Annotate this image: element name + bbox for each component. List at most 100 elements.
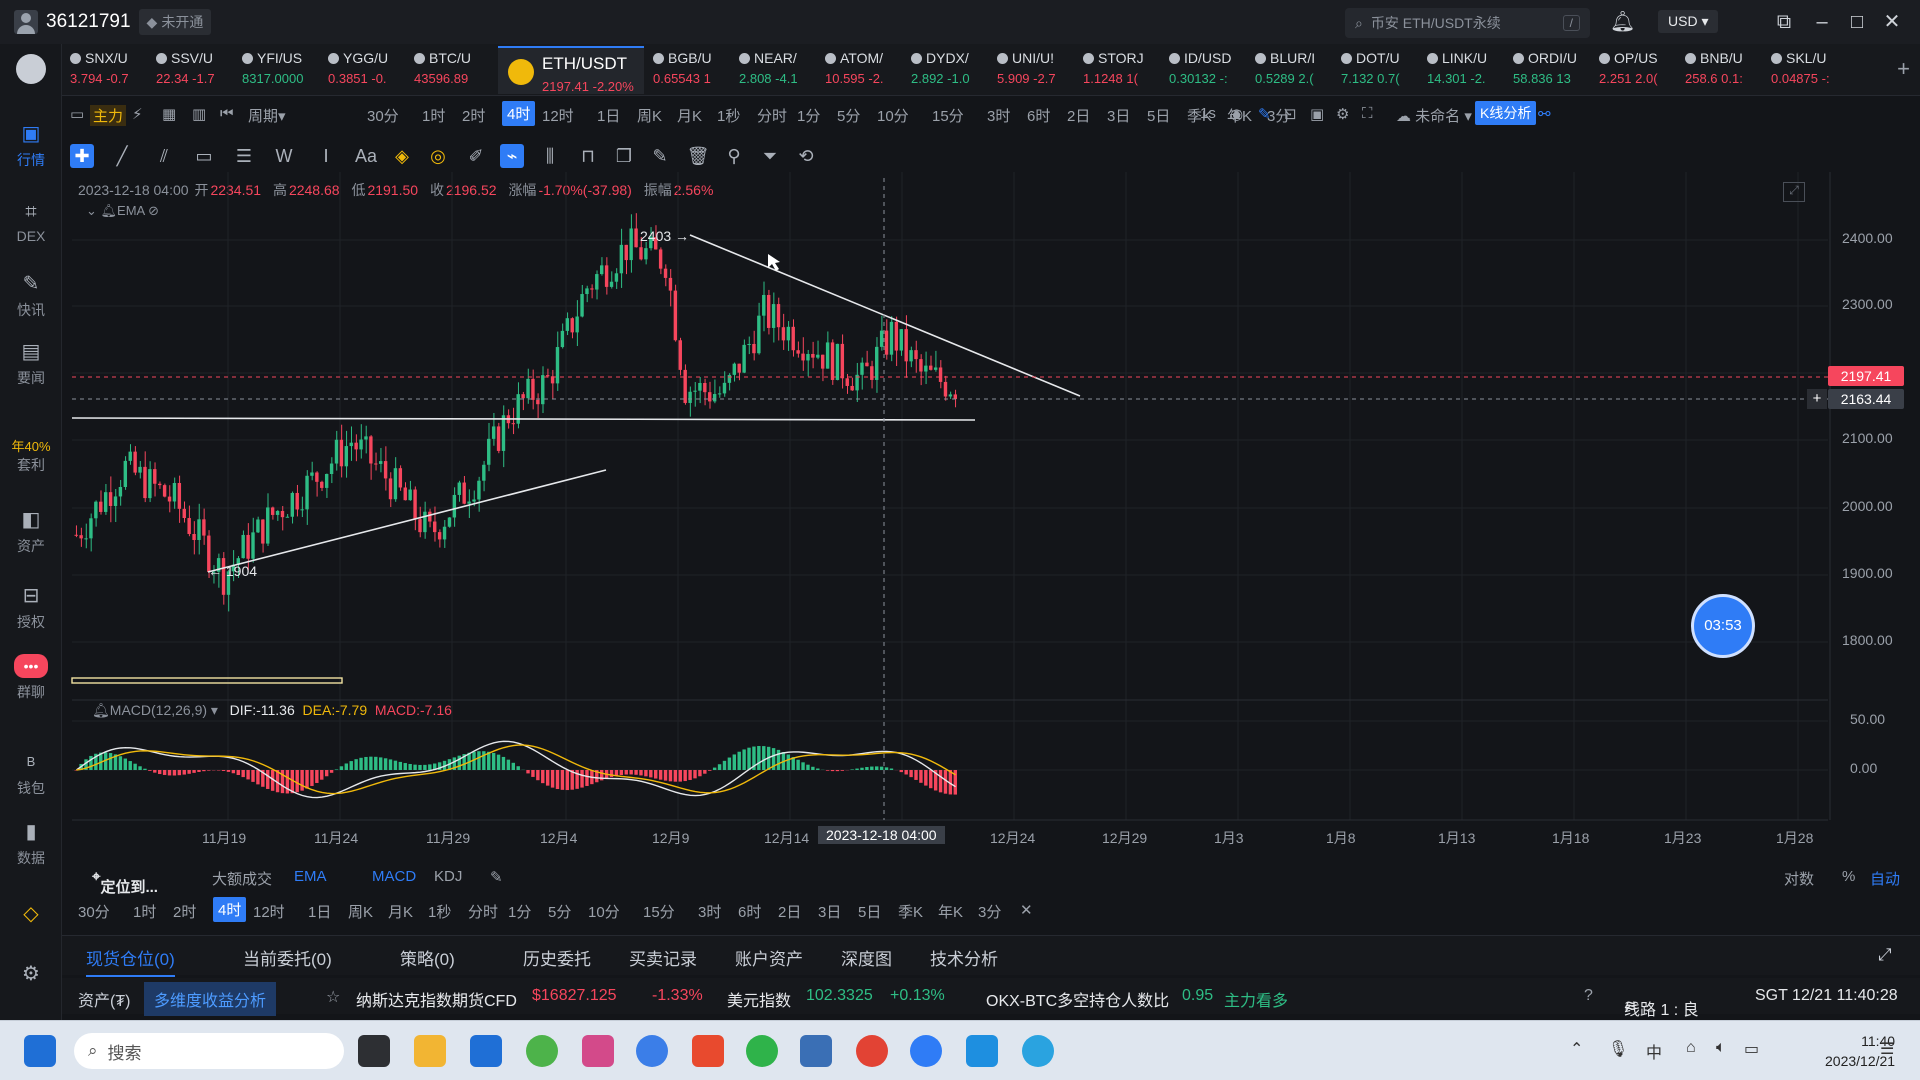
tab-0[interactable]: 现货仓位(0): [86, 945, 175, 977]
period-9[interactable]: 分时: [468, 901, 498, 922]
period-19[interactable]: 季K: [898, 901, 923, 922]
app-green-icon[interactable]: [526, 1035, 558, 1067]
period-3[interactable]: 4时: [213, 897, 247, 922]
countdown-timer[interactable]: 03:53: [1691, 594, 1755, 658]
period-5[interactable]: 1日: [308, 901, 331, 922]
period-20[interactable]: 年K: [938, 901, 963, 922]
settings-icon[interactable]: ⚙: [0, 962, 62, 990]
expand-panel-icon[interactable]: ⤢: [1878, 945, 1892, 965]
price-axis-label: 2400.00: [1842, 230, 1893, 246]
macd-histogram-bar: [737, 751, 741, 770]
macd-histogram-bar: [654, 770, 658, 779]
period-17[interactable]: 3日: [818, 901, 841, 922]
locate-button[interactable]: ⌖ 定位到...: [92, 868, 158, 896]
folder-app-icon[interactable]: [966, 1035, 998, 1067]
period-12[interactable]: 10分: [588, 901, 620, 922]
date-axis-label: 12月4: [540, 830, 578, 846]
price-chart[interactable]: [0, 0, 1920, 870]
tab-5[interactable]: 账户资产: [735, 945, 803, 970]
battery-icon[interactable]: ▭: [1744, 1039, 1759, 1059]
task-view-icon[interactable]: [358, 1035, 390, 1067]
diamond-icon[interactable]: ◇: [0, 902, 62, 930]
big-trade-toggle[interactable]: 大额成交: [212, 868, 272, 889]
period-18[interactable]: 5日: [858, 901, 881, 922]
help-icon[interactable]: ?: [1584, 987, 1593, 1005]
log-scale-toggle[interactable]: 对数: [1784, 868, 1814, 889]
period-21[interactable]: 3分: [978, 901, 1001, 922]
period-0[interactable]: 30分: [78, 901, 110, 922]
macd-histogram-bar: [786, 754, 791, 770]
macd-histogram-bar: [639, 770, 643, 776]
candle-body: [614, 273, 619, 282]
asset-label[interactable]: 资产(₮): [78, 987, 130, 1011]
macd-histogram-bar: [693, 770, 697, 779]
candle-body: [266, 507, 270, 544]
dxy-change: +0.13%: [890, 987, 945, 1004]
period-2[interactable]: 2时: [173, 901, 196, 922]
tab-3[interactable]: 历史委托: [523, 945, 591, 970]
tab-6[interactable]: 深度图: [841, 945, 892, 970]
candle-body: [771, 304, 776, 328]
period-1[interactable]: 1时: [133, 901, 156, 922]
candle-body: [806, 353, 810, 361]
microphone-icon[interactable]: 🎙︎: [1608, 1039, 1628, 1059]
candle-body: [717, 393, 722, 395]
tab-2[interactable]: 策略(0): [400, 945, 455, 970]
period-15[interactable]: 6时: [738, 901, 761, 922]
period-8[interactable]: 1秒: [428, 901, 451, 922]
app-pink-icon[interactable]: [582, 1035, 614, 1067]
volume-icon[interactable]: 🔈︎: [1716, 1039, 1726, 1057]
expand-icon[interactable]: ⤢: [1783, 182, 1805, 202]
taskbar-search[interactable]: ⌕ 搜索: [74, 1033, 344, 1069]
period-14[interactable]: 3时: [698, 901, 721, 922]
edit-indicators-icon[interactable]: ✎: [490, 868, 503, 886]
period-16[interactable]: 2日: [778, 901, 801, 922]
macd-histogram-bar: [423, 764, 427, 770]
candle-body: [113, 496, 118, 506]
wps-icon[interactable]: [692, 1035, 724, 1067]
telegram-icon[interactable]: [1022, 1035, 1054, 1067]
candle-body: [99, 501, 103, 512]
candle-body: [914, 350, 918, 360]
tab-7[interactable]: 技术分析: [930, 945, 998, 970]
period-4[interactable]: 12时: [253, 901, 285, 922]
ime-indicator[interactable]: 中: [1646, 1039, 1662, 1063]
wechat-icon[interactable]: [746, 1035, 778, 1067]
stock-app-icon[interactable]: [800, 1035, 832, 1067]
notification-icon[interactable]: ☰: [1880, 1039, 1894, 1059]
macd-histogram-bar: [251, 770, 255, 782]
kdj-toggle[interactable]: KDJ: [434, 868, 462, 885]
ema-toggle[interactable]: EMA: [294, 868, 327, 885]
close-icon[interactable]: ✕: [1020, 901, 1033, 919]
period-10[interactable]: 1分: [508, 901, 531, 922]
candle-body: [482, 464, 486, 481]
candle-body: [894, 321, 899, 351]
tray-chevron-icon[interactable]: ⌃: [1570, 1039, 1583, 1059]
add-alert-icon[interactable]: +: [1807, 389, 1827, 409]
period-13[interactable]: 15分: [643, 901, 675, 922]
profit-analysis-button[interactable]: 多维度收益分析: [144, 982, 277, 1016]
candle-body: [315, 472, 319, 482]
tab-4[interactable]: 买卖记录: [629, 945, 697, 970]
period-7[interactable]: 月K: [388, 901, 413, 922]
macd-histogram-bar: [236, 770, 240, 776]
star-icon[interactable]: ☆: [326, 987, 340, 1007]
windows-start-icon[interactable]: [24, 1035, 56, 1067]
nasdaq-change: -1.33%: [652, 987, 703, 1004]
network-icon[interactable]: ⌂: [1686, 1039, 1696, 1057]
macd-histogram-bar: [148, 770, 152, 771]
tab-1[interactable]: 当前委托(0): [243, 945, 332, 970]
macd-toggle[interactable]: MACD: [372, 868, 416, 885]
period-6[interactable]: 周K: [348, 901, 373, 922]
period-11[interactable]: 5分: [548, 901, 571, 922]
chrome-icon[interactable]: [856, 1035, 888, 1067]
auto-scale-toggle[interactable]: 自动: [1870, 868, 1900, 889]
defender-icon[interactable]: [470, 1035, 502, 1067]
file-explorer-icon[interactable]: [414, 1035, 446, 1067]
candle-body: [796, 350, 800, 354]
app-cloud-icon[interactable]: [636, 1035, 668, 1067]
trading-app-icon[interactable]: [910, 1035, 942, 1067]
macd-legend[interactable]: 🔔︎MACD(12,26,9) ▾ DIF:-11.36 DEA:-7.79 M…: [92, 702, 452, 719]
percent-scale-toggle[interactable]: %: [1842, 868, 1855, 885]
candle-body: [74, 534, 78, 536]
